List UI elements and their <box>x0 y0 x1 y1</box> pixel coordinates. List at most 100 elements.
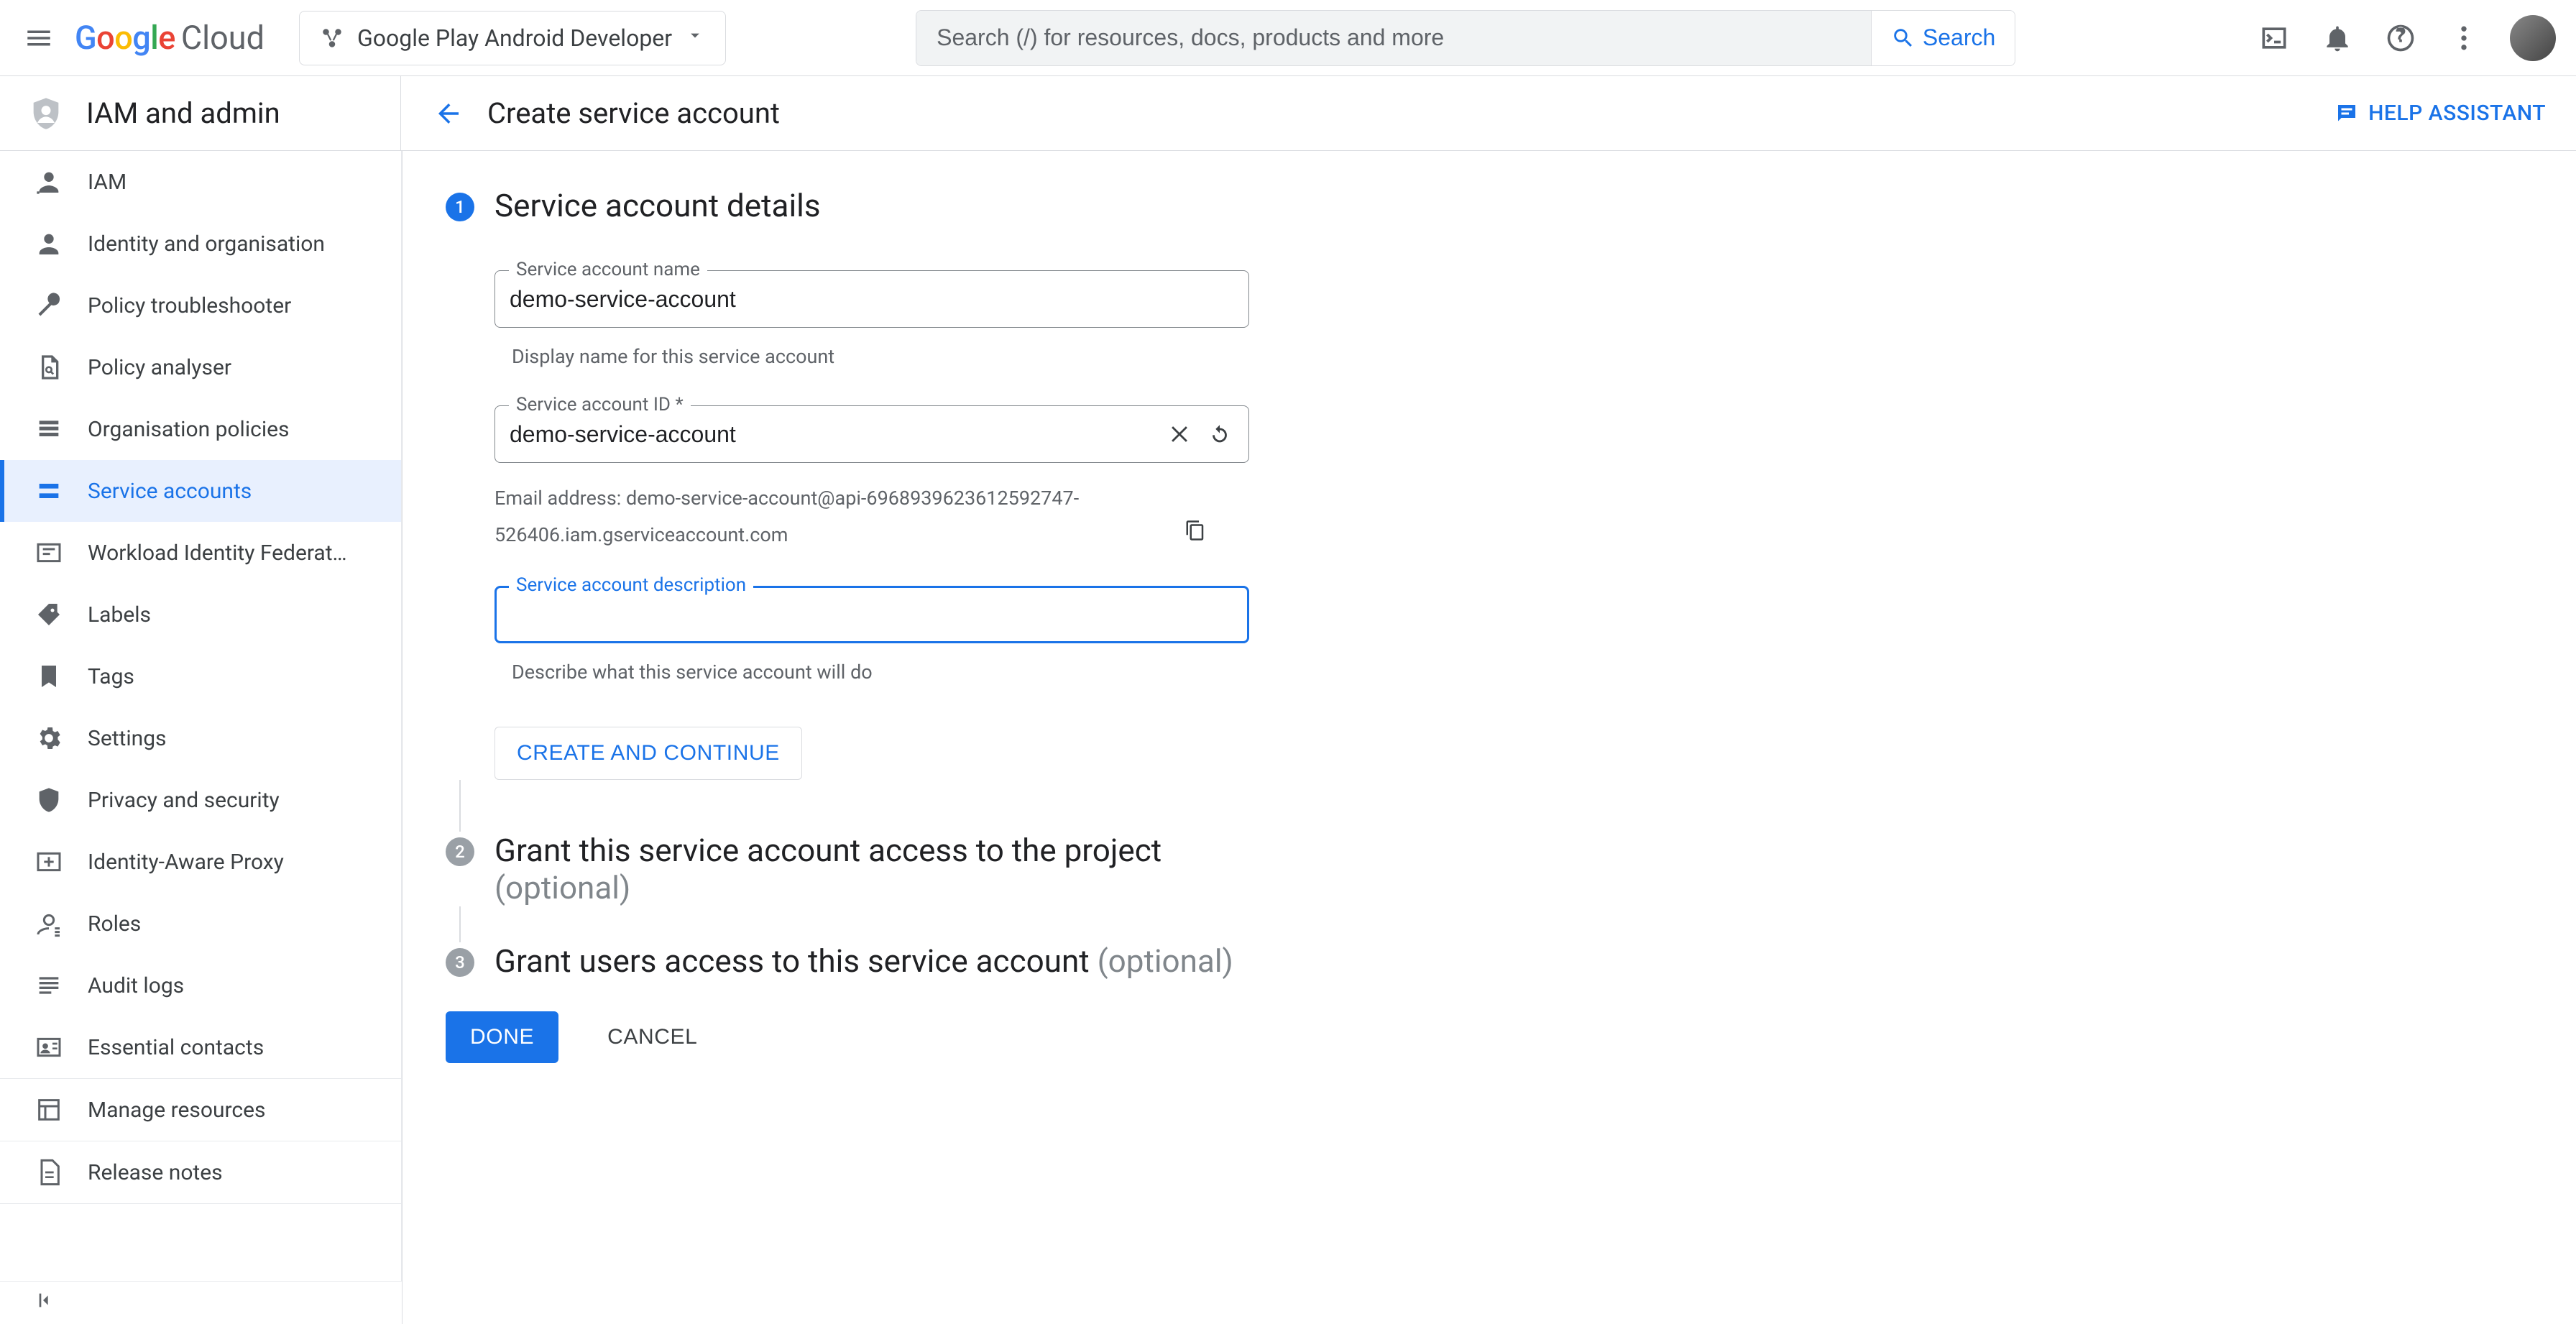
sidebar-item-audit-logs[interactable]: Audit logs <box>0 955 401 1016</box>
sidebar-item-service-accounts[interactable]: Service accounts <box>0 460 401 522</box>
step-3: 3 Grant users access to this service acc… <box>446 942 2533 980</box>
bell-icon <box>2322 22 2353 54</box>
sidebar-item-label: Identity and organisation <box>88 231 325 257</box>
service-account-description-input[interactable] <box>511 588 1233 641</box>
bookmark-icon <box>34 662 63 691</box>
sidebar-item-organisation-policies[interactable]: Organisation policies <box>0 398 401 460</box>
chevron-left-bar-icon <box>34 1289 58 1312</box>
sidebar-item-essential-contacts[interactable]: Essential contacts <box>0 1016 401 1078</box>
iam-icon <box>34 167 63 196</box>
notes-icon <box>34 1158 63 1187</box>
cancel-button[interactable]: CANCEL <box>590 1011 714 1063</box>
chat-icon <box>2334 101 2360 127</box>
step-1-form: Service account name Display name for th… <box>494 250 1249 780</box>
help-button[interactable] <box>2383 21 2418 55</box>
sidebar-item-policy-analyser[interactable]: Policy analyser <box>0 336 401 398</box>
clear-id-button[interactable] <box>1167 420 1195 449</box>
google-cloud-logo[interactable]: Google Cloud <box>75 19 264 57</box>
project-icon <box>320 26 344 50</box>
arrow-left-icon <box>433 98 464 129</box>
create-and-continue-button[interactable]: CREATE AND CONTINUE <box>494 727 802 780</box>
sidebar-item-label: Workload Identity Federat… <box>88 541 347 566</box>
sidebar-item-label: Privacy and security <box>88 788 280 813</box>
sidebar-item-label: Organisation policies <box>88 417 290 442</box>
analyser-icon <box>34 353 63 382</box>
terminal-icon <box>2258 22 2290 54</box>
step-1-marker: 1 <box>446 193 474 221</box>
project-picker[interactable]: Google Play Android Developer <box>299 11 726 65</box>
step-3-title: Grant users access to this service accou… <box>494 942 2533 980</box>
sidebar-item-privacy-and-security[interactable]: Privacy and security <box>0 769 401 831</box>
sidebar-item-release-notes[interactable]: Release notes <box>0 1141 401 1203</box>
step-1-title: Service account details <box>494 187 2533 224</box>
shield-icon <box>34 786 63 814</box>
topbar: Google Cloud Google Play Android Develop… <box>0 0 2576 76</box>
step-1: 1 Service account details Service accoun… <box>446 187 2533 780</box>
sidebar-item-roles[interactable]: Roles <box>0 893 401 955</box>
sidebar-item-tags[interactable]: Tags <box>0 645 401 707</box>
step-3-marker: 3 <box>446 948 474 977</box>
help-assistant-label: HELP ASSISTANT <box>2368 101 2546 126</box>
sidebar-item-label: Essential contacts <box>88 1035 264 1060</box>
lines-icon <box>34 971 63 1000</box>
main-content: 1 Service account details Service accoun… <box>402 151 2576 1324</box>
kebab-icon <box>2448 22 2480 54</box>
gear-icon <box>34 724 63 753</box>
menu-icon <box>24 23 54 53</box>
service-account-name-label: Service account name <box>509 259 707 280</box>
resources-icon <box>34 1095 63 1124</box>
wif-icon <box>34 538 63 567</box>
sidebar-item-label: Identity-Aware Proxy <box>88 850 284 875</box>
product-title: IAM and admin <box>86 96 280 130</box>
sidebar-item-labels[interactable]: Labels <box>0 584 401 645</box>
sidebar-bottom <box>0 1281 402 1324</box>
sidebar-item-identity-and-organisation[interactable]: Identity and organisation <box>0 213 401 275</box>
step-2-title: Grant this service account access to the… <box>494 832 2533 906</box>
sidebar-item-label: Policy analyser <box>88 355 231 380</box>
step-2-marker: 2 <box>446 837 474 866</box>
list-icon <box>34 415 63 443</box>
back-button[interactable] <box>431 96 466 131</box>
service-account-description-field: Service account description <box>494 586 1249 643</box>
search-icon <box>1891 26 1915 50</box>
account-avatar[interactable] <box>2510 15 2556 61</box>
topbar-actions <box>2257 15 2556 61</box>
sidebar-item-label: Labels <box>88 602 151 627</box>
sidebar-item-iam[interactable]: IAM <box>0 151 401 213</box>
sidebar-item-label: Audit logs <box>88 973 184 998</box>
iam-shield-icon <box>27 95 65 132</box>
service-account-id-label: Service account ID * <box>509 394 691 415</box>
service-account-email: Email address: demo-service-account@api-… <box>494 480 1249 554</box>
wrench-icon <box>34 291 63 320</box>
sidebar-item-label: Roles <box>88 911 141 937</box>
sidebar-nav: IAM Identity and organisation Policy troub… <box>0 151 402 1281</box>
subheader: IAM and admin Create service account HEL… <box>0 76 2576 151</box>
service-account-id-field: Service account ID * <box>494 405 1249 463</box>
sidebar-item-workload-identity-federat[interactable]: Workload Identity Federat… <box>0 522 401 584</box>
step-2: 2 Grant this service account access to t… <box>446 832 2533 906</box>
roles-icon <box>34 909 63 938</box>
hamburger-menu[interactable] <box>20 19 58 57</box>
search-input[interactable] <box>916 11 1871 65</box>
body: IAM Identity and organisation Policy troub… <box>0 151 2576 1324</box>
done-button[interactable]: DONE <box>446 1011 558 1063</box>
help-assistant-button[interactable]: HELP ASSISTANT <box>2334 101 2546 127</box>
more-button[interactable] <box>2447 21 2481 55</box>
service-account-description-label: Service account description <box>509 574 753 596</box>
sidebar-item-settings[interactable]: Settings <box>0 707 401 769</box>
cloud-shell-button[interactable] <box>2257 21 2291 55</box>
collapse-sidebar-button[interactable] <box>34 1289 58 1317</box>
sidebar-item-policy-troubleshooter[interactable]: Policy troubleshooter <box>0 275 401 336</box>
product-header: IAM and admin <box>0 76 401 150</box>
search-button[interactable]: Search <box>1871 11 2015 65</box>
service-account-name-hint: Display name for this service account <box>512 345 1249 368</box>
regenerate-id-button[interactable] <box>1205 420 1234 449</box>
service-account-description-hint: Describe what this service account will … <box>512 661 1249 684</box>
tag-icon <box>34 600 63 629</box>
sidebar-item-identity-aware-proxy[interactable]: Identity-Aware Proxy <box>0 831 401 893</box>
notifications-button[interactable] <box>2320 21 2355 55</box>
sa-icon <box>34 477 63 505</box>
sidebar-item-manage-resources[interactable]: Manage resources <box>0 1079 401 1141</box>
sidebar-item-label: IAM <box>88 170 126 195</box>
copy-email-button[interactable] <box>1184 517 1206 553</box>
